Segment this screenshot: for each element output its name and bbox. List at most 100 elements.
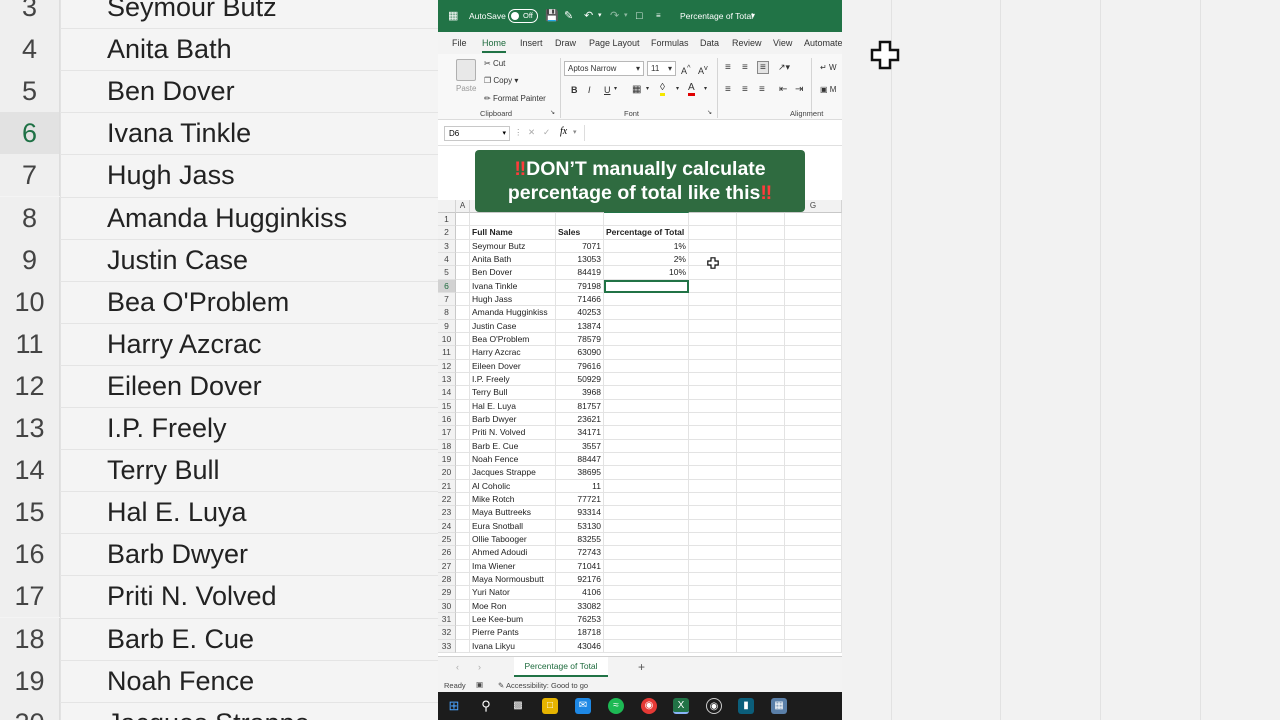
cell[interactable] xyxy=(737,292,785,307)
sheet-tab-percentage-of-total[interactable]: Percentage of Total xyxy=(514,657,608,677)
cell-percentage[interactable] xyxy=(604,359,689,373)
cell-sales[interactable]: 81757 xyxy=(556,399,604,413)
cell[interactable] xyxy=(785,639,842,653)
cell[interactable] xyxy=(737,213,785,227)
cell[interactable] xyxy=(456,492,470,507)
cell[interactable] xyxy=(785,359,842,373)
tab-file[interactable]: File xyxy=(452,38,467,48)
formula-input[interactable] xyxy=(588,125,838,141)
row-header[interactable]: 25 xyxy=(438,532,456,547)
row-header[interactable]: 14 xyxy=(438,386,456,400)
cell-full-name[interactable]: Maya Normousbutt xyxy=(470,572,556,587)
cell[interactable] xyxy=(785,226,842,240)
row-header[interactable]: 30 xyxy=(438,599,456,613)
cell[interactable] xyxy=(785,559,842,573)
cell-percentage[interactable] xyxy=(604,346,689,360)
cell-percentage[interactable] xyxy=(604,639,689,653)
cell[interactable] xyxy=(456,292,470,307)
align-left-icon[interactable]: ≡ xyxy=(725,84,731,95)
cell-full-name[interactable]: Seymour Butz xyxy=(470,239,556,253)
row-header[interactable]: 20 xyxy=(438,466,456,480)
cell[interactable] xyxy=(689,226,737,240)
cell-sales[interactable]: 3557 xyxy=(556,439,604,453)
cell[interactable] xyxy=(737,586,785,600)
cell[interactable] xyxy=(456,399,470,413)
cell-sales[interactable]: 40253 xyxy=(556,306,604,320)
borders-icon[interactable]: ▦ xyxy=(632,84,641,95)
row-header[interactable]: 28 xyxy=(438,572,456,587)
row-header[interactable]: 27 xyxy=(438,559,456,573)
cell[interactable] xyxy=(737,466,785,480)
cell-sales[interactable]: 77721 xyxy=(556,492,604,507)
cell[interactable] xyxy=(737,359,785,373)
screen-recorder-icon[interactable]: ◉ xyxy=(706,698,722,714)
row-header[interactable]: 15 xyxy=(438,399,456,413)
cell[interactable] xyxy=(456,332,470,347)
font-color-icon[interactable]: A xyxy=(688,83,695,96)
underline-button[interactable]: U xyxy=(604,85,611,95)
cell-percentage[interactable]: 1% xyxy=(604,239,689,253)
cell[interactable] xyxy=(785,466,842,480)
cell[interactable] xyxy=(689,599,737,613)
cell[interactable] xyxy=(785,479,842,493)
cell-percentage[interactable] xyxy=(604,546,689,560)
font-name-select[interactable]: Aptos Narrow ▾ xyxy=(564,61,644,76)
cell-sales[interactable]: 71041 xyxy=(556,559,604,573)
spotify-icon[interactable]: ≈ xyxy=(608,698,624,714)
cell-percentage[interactable] xyxy=(604,586,689,600)
cell[interactable] xyxy=(785,332,842,347)
customize-toolbar-icon[interactable]: ≡ xyxy=(656,9,661,23)
confirm-formula-icon[interactable]: ✓ xyxy=(543,127,550,138)
cell[interactable] xyxy=(689,319,737,333)
align-center-icon[interactable]: ≡ xyxy=(742,84,748,95)
cell[interactable] xyxy=(785,546,842,560)
row-header[interactable]: 21 xyxy=(438,479,456,493)
cell-full-name[interactable]: Lee Kee-bum xyxy=(470,612,556,627)
cell-percentage[interactable] xyxy=(604,426,689,440)
row-header[interactable]: 7 xyxy=(438,292,456,307)
cell[interactable] xyxy=(456,466,470,480)
cell-percentage[interactable] xyxy=(604,532,689,547)
cell[interactable] xyxy=(689,426,737,440)
tab-insert[interactable]: Insert xyxy=(520,38,543,48)
row-header[interactable]: 29 xyxy=(438,586,456,600)
cell-percentage[interactable] xyxy=(604,319,689,333)
undo-icon[interactable]: ↶ xyxy=(584,9,593,23)
fill-color-chevron-icon[interactable]: ▾ xyxy=(676,85,679,92)
row-header[interactable]: 12 xyxy=(438,359,456,373)
row-header[interactable]: 18 xyxy=(438,439,456,453)
tab-home[interactable]: Home xyxy=(482,38,507,53)
paste-button[interactable]: Paste xyxy=(456,84,476,93)
cell[interactable] xyxy=(737,519,785,533)
cell[interactable] xyxy=(456,213,470,227)
cell[interactable] xyxy=(456,226,470,240)
row-header[interactable]: 1 xyxy=(438,213,456,227)
cell-full-name[interactable]: Eura Snotball xyxy=(470,519,556,533)
align-bottom-icon[interactable]: ≡ xyxy=(757,61,769,74)
cell[interactable] xyxy=(737,306,785,320)
cell[interactable] xyxy=(737,226,785,240)
document-title[interactable]: Percentage of Total xyxy=(680,11,753,21)
title-chevron-down-icon[interactable]: ▾ xyxy=(751,11,755,20)
cell[interactable] xyxy=(737,626,785,640)
cell-sales[interactable]: 13053 xyxy=(556,252,604,267)
cell-percentage[interactable] xyxy=(604,439,689,453)
row-header[interactable]: 31 xyxy=(438,612,456,627)
cell[interactable] xyxy=(737,532,785,547)
row-header[interactable]: 8 xyxy=(438,306,456,320)
cell-percentage[interactable] xyxy=(604,306,689,320)
cell[interactable] xyxy=(737,639,785,653)
cell-sales[interactable]: 33082 xyxy=(556,599,604,613)
cell[interactable] xyxy=(604,213,689,227)
cell-full-name[interactable]: Yuri Nator xyxy=(470,586,556,600)
cell[interactable] xyxy=(456,626,470,640)
cell-sales[interactable]: 3968 xyxy=(556,386,604,400)
insert-function-button[interactable]: fx xyxy=(560,126,567,137)
cell[interactable] xyxy=(689,439,737,453)
cell-percentage[interactable]: 2% xyxy=(604,252,689,267)
cell[interactable] xyxy=(785,213,842,227)
cell[interactable] xyxy=(737,412,785,427)
cell-sales[interactable]: 78579 xyxy=(556,332,604,347)
autosave-toggle[interactable]: Off xyxy=(508,9,538,23)
format-painter-button[interactable]: ✏ Format Painter xyxy=(484,94,546,103)
